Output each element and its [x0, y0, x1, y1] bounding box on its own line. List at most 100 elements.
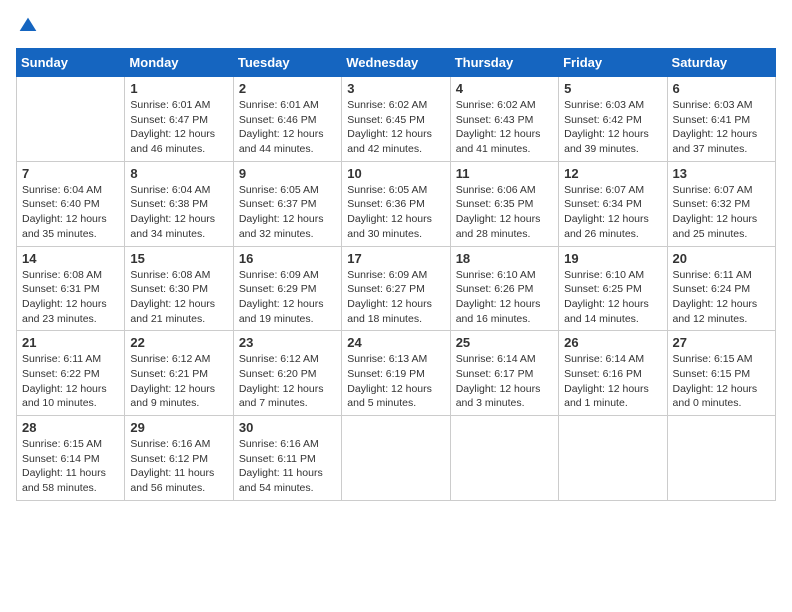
calendar-cell [667, 416, 775, 501]
calendar-cell: 11Sunrise: 6:06 AM Sunset: 6:35 PM Dayli… [450, 161, 558, 246]
day-number: 22 [130, 335, 227, 350]
page-header [16, 16, 776, 36]
calendar-cell: 24 Sunrise: 6:13 AM Sunset: 6:19 PM Dayli… [342, 331, 450, 416]
calendar-cell: 20Sunrise: 6:11 AM Sunset: 6:24 PM Dayli… [667, 246, 775, 331]
day-number: 1 [130, 81, 227, 96]
calendar-cell: 18Sunrise: 6:10 AM Sunset: 6:26 PM Dayli… [450, 246, 558, 331]
calendar-cell: 12 Sunrise: 6:07 AM Sunset: 6:34 PM Dayli… [559, 161, 667, 246]
day-of-week-header: Saturday [667, 49, 775, 77]
calendar-cell: 30 Sunrise: 6:16 AM Sunset: 6:11 PM Dayli… [233, 416, 341, 501]
calendar-cell: 7 Sunrise: 6:04 AM Sunset: 6:40 PM Daylig… [17, 161, 125, 246]
day-of-week-header: Wednesday [342, 49, 450, 77]
day-info: Sunrise: 6:16 AM Sunset: 6:11 PM Dayligh… [239, 437, 336, 496]
calendar-cell: 27Sunrise: 6:15 AM Sunset: 6:15 PM Dayli… [667, 331, 775, 416]
calendar-cell: 8 Sunrise: 6:04 AM Sunset: 6:38 PM Daylig… [125, 161, 233, 246]
day-info: Sunrise: 6:03 AM Sunset: 6:42 PM Dayligh… [564, 98, 661, 157]
day-info: Sunrise: 6:13 AM Sunset: 6:19 PM Dayligh… [347, 352, 444, 411]
day-info: Sunrise: 6:04 AM Sunset: 6:40 PM Dayligh… [22, 183, 119, 242]
calendar-week-row: 21 Sunrise: 6:11 AM Sunset: 6:22 PM Dayli… [17, 331, 776, 416]
calendar-cell: 16 Sunrise: 6:09 AM Sunset: 6:29 PM Dayli… [233, 246, 341, 331]
day-info: Sunrise: 6:11 AM Sunset: 6:22 PM Dayligh… [22, 352, 119, 411]
calendar-cell [17, 77, 125, 162]
day-number: 23 [239, 335, 336, 350]
calendar-cell: 10 Sunrise: 6:05 AM Sunset: 6:36 PM Dayli… [342, 161, 450, 246]
calendar-cell: 5 Sunrise: 6:03 AM Sunset: 6:42 PM Daylig… [559, 77, 667, 162]
calendar-cell [342, 416, 450, 501]
day-info: Sunrise: 6:05 AM Sunset: 6:36 PM Dayligh… [347, 183, 444, 242]
day-info: Sunrise: 6:03 AM Sunset: 6:41 PM Dayligh… [673, 98, 770, 157]
calendar-cell: 13 Sunrise: 6:07 AM Sunset: 6:32 PM Dayli… [667, 161, 775, 246]
day-info: Sunrise: 6:09 AM Sunset: 6:27 PM Dayligh… [347, 268, 444, 327]
day-info: Sunrise: 6:12 AM Sunset: 6:20 PM Dayligh… [239, 352, 336, 411]
day-number: 7 [22, 166, 119, 181]
day-info: Sunrise: 6:16 AM Sunset: 6:12 PM Dayligh… [130, 437, 227, 496]
logo-icon [18, 16, 38, 36]
day-number: 24 [347, 335, 444, 350]
day-info: Sunrise: 6:09 AM Sunset: 6:29 PM Dayligh… [239, 268, 336, 327]
day-info: Sunrise: 6:15 AM Sunset: 6:14 PM Dayligh… [22, 437, 119, 496]
day-number: 16 [239, 251, 336, 266]
day-number: 2 [239, 81, 336, 96]
day-info: Sunrise: 6:01 AM Sunset: 6:47 PM Dayligh… [130, 98, 227, 157]
day-of-week-header: Monday [125, 49, 233, 77]
day-info: Sunrise: 6:02 AM Sunset: 6:45 PM Dayligh… [347, 98, 444, 157]
calendar-cell: 23 Sunrise: 6:12 AM Sunset: 6:20 PM Dayli… [233, 331, 341, 416]
day-info: Sunrise: 6:10 AM Sunset: 6:26 PM Dayligh… [456, 268, 553, 327]
day-info: Sunrise: 6:08 AM Sunset: 6:31 PM Dayligh… [22, 268, 119, 327]
day-of-week-header: Tuesday [233, 49, 341, 77]
day-number: 3 [347, 81, 444, 96]
calendar-cell [450, 416, 558, 501]
calendar-cell: 2 Sunrise: 6:01 AM Sunset: 6:46 PM Daylig… [233, 77, 341, 162]
calendar-cell: 26Sunrise: 6:14 AM Sunset: 6:16 PM Dayli… [559, 331, 667, 416]
calendar-cell: 17Sunrise: 6:09 AM Sunset: 6:27 PM Dayli… [342, 246, 450, 331]
day-info: Sunrise: 6:05 AM Sunset: 6:37 PM Dayligh… [239, 183, 336, 242]
calendar-cell: 9 Sunrise: 6:05 AM Sunset: 6:37 PM Daylig… [233, 161, 341, 246]
calendar-cell [559, 416, 667, 501]
day-info: Sunrise: 6:07 AM Sunset: 6:34 PM Dayligh… [564, 183, 661, 242]
day-info: Sunrise: 6:02 AM Sunset: 6:43 PM Dayligh… [456, 98, 553, 157]
day-info: Sunrise: 6:11 AM Sunset: 6:24 PM Dayligh… [673, 268, 770, 327]
calendar-cell: 25 Sunrise: 6:14 AM Sunset: 6:17 PM Dayli… [450, 331, 558, 416]
day-number: 4 [456, 81, 553, 96]
day-of-week-header: Sunday [17, 49, 125, 77]
day-of-week-header: Thursday [450, 49, 558, 77]
calendar-cell: 15 Sunrise: 6:08 AM Sunset: 6:30 PM Dayli… [125, 246, 233, 331]
day-number: 8 [130, 166, 227, 181]
calendar-week-row: 1 Sunrise: 6:01 AM Sunset: 6:47 PM Daylig… [17, 77, 776, 162]
calendar-cell: 29 Sunrise: 6:16 AM Sunset: 6:12 PM Dayli… [125, 416, 233, 501]
calendar-cell: 21 Sunrise: 6:11 AM Sunset: 6:22 PM Dayli… [17, 331, 125, 416]
day-number: 9 [239, 166, 336, 181]
calendar-cell: 6 Sunrise: 6:03 AM Sunset: 6:41 PM Daylig… [667, 77, 775, 162]
calendar-cell: 4 Sunrise: 6:02 AM Sunset: 6:43 PM Daylig… [450, 77, 558, 162]
day-info: Sunrise: 6:14 AM Sunset: 6:17 PM Dayligh… [456, 352, 553, 411]
day-info: Sunrise: 6:01 AM Sunset: 6:46 PM Dayligh… [239, 98, 336, 157]
day-number: 27 [673, 335, 770, 350]
day-number: 13 [673, 166, 770, 181]
day-number: 30 [239, 420, 336, 435]
day-info: Sunrise: 6:04 AM Sunset: 6:38 PM Dayligh… [130, 183, 227, 242]
day-number: 15 [130, 251, 227, 266]
day-number: 14 [22, 251, 119, 266]
day-number: 6 [673, 81, 770, 96]
day-info: Sunrise: 6:08 AM Sunset: 6:30 PM Dayligh… [130, 268, 227, 327]
day-number: 29 [130, 420, 227, 435]
day-info: Sunrise: 6:07 AM Sunset: 6:32 PM Dayligh… [673, 183, 770, 242]
day-number: 19 [564, 251, 661, 266]
day-number: 25 [456, 335, 553, 350]
calendar-cell: 28 Sunrise: 6:15 AM Sunset: 6:14 PM Dayli… [17, 416, 125, 501]
calendar-week-row: 7 Sunrise: 6:04 AM Sunset: 6:40 PM Daylig… [17, 161, 776, 246]
day-of-week-header: Friday [559, 49, 667, 77]
day-number: 10 [347, 166, 444, 181]
day-number: 12 [564, 166, 661, 181]
day-info: Sunrise: 6:12 AM Sunset: 6:21 PM Dayligh… [130, 352, 227, 411]
calendar-cell: 22 Sunrise: 6:12 AM Sunset: 6:21 PM Dayli… [125, 331, 233, 416]
calendar-cell: 14 Sunrise: 6:08 AM Sunset: 6:31 PM Dayli… [17, 246, 125, 331]
day-number: 21 [22, 335, 119, 350]
calendar-cell: 19Sunrise: 6:10 AM Sunset: 6:25 PM Dayli… [559, 246, 667, 331]
day-number: 26 [564, 335, 661, 350]
day-info: Sunrise: 6:06 AM Sunset: 6:35 PM Dayligh… [456, 183, 553, 242]
day-number: 5 [564, 81, 661, 96]
day-number: 28 [22, 420, 119, 435]
logo [16, 16, 38, 36]
calendar-cell: 3 Sunrise: 6:02 AM Sunset: 6:45 PM Daylig… [342, 77, 450, 162]
